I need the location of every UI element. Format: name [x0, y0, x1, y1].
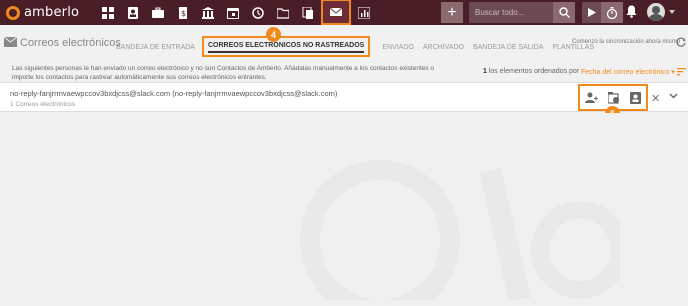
play-icon — [587, 8, 596, 17]
items-count: 1 los elementos ordenados por — [483, 68, 579, 75]
search-button[interactable] — [553, 2, 575, 23]
tab-inbox[interactable]: BANDEJA DE ENTRADA — [116, 40, 195, 57]
dismiss-icon[interactable]: ✕ — [651, 92, 660, 105]
sync-status: Comenzó la sincronización ahora mismo — [572, 39, 681, 45]
email-count: 1 Correos electrónicos — [10, 101, 76, 108]
bank-icon[interactable] — [196, 0, 220, 25]
svg-text:$: $ — [181, 9, 186, 18]
folder-icon[interactable] — [271, 0, 295, 25]
sync-icon[interactable] — [676, 37, 686, 47]
sort-dropdown[interactable]: Fecha del correo electrónico ▾ — [581, 68, 675, 76]
mail-icon[interactable] — [321, 0, 351, 25]
calendar-icon[interactable] — [221, 0, 245, 25]
sort-order-icon[interactable] — [677, 67, 686, 76]
amberlo-logo[interactable]: amberlo — [0, 0, 79, 25]
add-contact-icon[interactable] — [585, 92, 598, 104]
dashboard-icon[interactable] — [96, 0, 120, 25]
invoice-icon[interactable]: $ — [171, 0, 195, 25]
user-menu-caret-icon[interactable] — [669, 10, 675, 14]
email-page-header: Correos electrónicos BANDEJA DE ENTRADA … — [0, 25, 688, 63]
tab-outbox[interactable]: BANDEJA DE SALIDA — [473, 40, 543, 57]
play-button[interactable] — [582, 2, 601, 23]
items-count-suffix: los elementos ordenados por — [486, 68, 580, 75]
search-icon — [558, 7, 570, 18]
briefcase-icon[interactable] — [146, 0, 170, 25]
plus-icon: + — [447, 3, 457, 21]
amberlo-logo-mark — [6, 5, 20, 20]
active-tab-underline — [207, 51, 365, 53]
email-tabs: BANDEJA DE ENTRADA CORREOS ELECTRÓNICOS … — [116, 36, 603, 57]
timer-button[interactable] — [601, 2, 623, 23]
history-icon[interactable] — [246, 0, 270, 25]
contacts-icon[interactable] — [121, 0, 145, 25]
tab-archived[interactable]: ARCHIVADO — [423, 40, 464, 57]
tab-untracked-label: CORREOS ELECTRÓNICOS NO RASTREADOS — [207, 42, 365, 49]
contact-card-icon[interactable] — [630, 91, 641, 104]
import-contacts-icon[interactable] — [608, 91, 620, 104]
user-avatar[interactable] — [647, 3, 665, 21]
documents-icon[interactable] — [296, 0, 320, 25]
tab-sent[interactable]: ENVIADO — [382, 40, 414, 57]
add-button[interactable]: + — [441, 2, 463, 23]
notifications-icon[interactable] — [626, 5, 637, 23]
sender-address: no-reply-fanjrrmvaewpccov3bxdjcss@slack.… — [10, 89, 338, 98]
reports-icon[interactable] — [352, 0, 376, 25]
amberlo-watermark — [300, 160, 620, 300]
app-name: amberlo — [24, 5, 80, 20]
step-badge-4: 4 — [266, 27, 281, 42]
page-title: Correos electrónicos — [20, 37, 121, 49]
tab-untracked-emails[interactable]: CORREOS ELECTRÓNICOS NO RASTREADOS — [201, 36, 371, 57]
sort-label: Fecha del correo electrónico — [581, 69, 670, 76]
search-input[interactable]: Buscar todo... — [469, 2, 553, 23]
email-sender-row[interactable]: no-reply-fanjrrmvaewpccov3bxdjcss@slack.… — [0, 82, 688, 112]
top-navigation-bar: amberlo $ + Buscar todo... — [0, 0, 688, 25]
stopwatch-icon — [606, 6, 618, 19]
chevron-down-icon[interactable] — [669, 93, 678, 99]
info-text: Las siguientes personas le han enviado u… — [12, 65, 435, 81]
main-nav-icons: $ — [96, 0, 377, 25]
envelope-icon — [4, 37, 17, 47]
